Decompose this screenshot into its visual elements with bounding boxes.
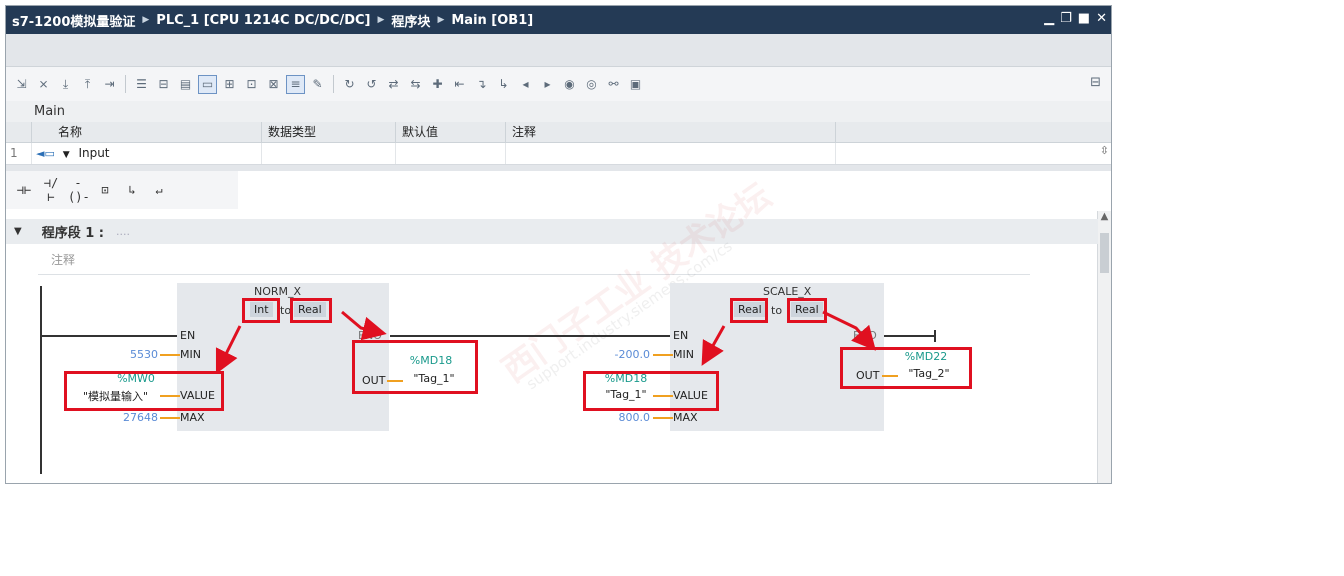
annotation-arrows (215, 310, 876, 375)
arrow-real-to-out (341, 310, 387, 341)
arrow-int-to-value (215, 325, 242, 375)
arrow-real-to-scale-out (822, 310, 876, 351)
tia-portal-window: s7-1200模拟量验证 ▶ PLC_1 [CPU 1214C DC/DC/DC… (5, 5, 1112, 484)
arrow-real-to-value (701, 325, 726, 366)
